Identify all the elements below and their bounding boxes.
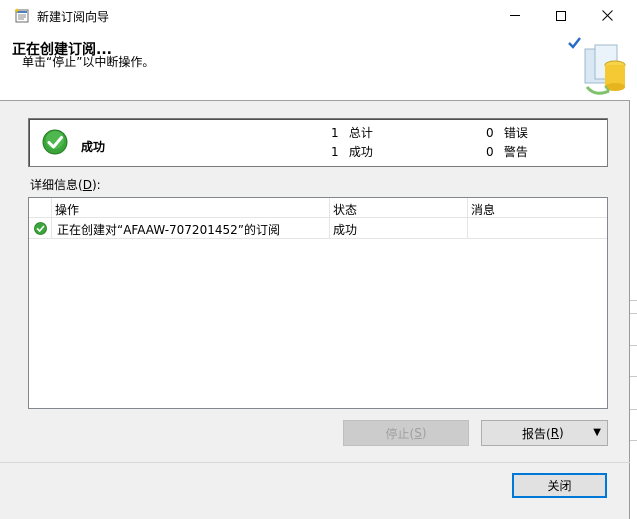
page-subtitle: 单击“停止”以中断操作。 bbox=[22, 55, 155, 69]
maximize-button[interactable] bbox=[538, 0, 584, 31]
details-grid[interactable]: 操作 状态 消息 正在创建对“AFAAW-707201452”的订阅 成功 bbox=[28, 197, 608, 409]
column-header-status[interactable]: 状态 bbox=[333, 201, 357, 218]
grid-header: 操作 状态 消息 bbox=[29, 198, 607, 218]
summary-panel: 成功 1 总计 1 成功 0 错误 0 警告 bbox=[28, 118, 608, 167]
wizard-icon bbox=[14, 8, 29, 23]
title-bar[interactable]: 新建订阅向导 bbox=[0, 0, 630, 31]
report-button[interactable]: 报告(R) ▼ bbox=[481, 420, 608, 446]
background-window-edge bbox=[630, 0, 637, 519]
row-action: 正在创建对“AFAAW-707201452”的订阅 bbox=[57, 223, 280, 237]
summary-status: 成功 bbox=[81, 140, 106, 154]
dropdown-arrow-icon[interactable]: ▼ bbox=[593, 427, 601, 438]
details-label: 详细信息(D): bbox=[30, 178, 101, 192]
window-close-button[interactable] bbox=[584, 0, 630, 31]
success-check-icon bbox=[34, 222, 47, 235]
success-check-icon bbox=[42, 129, 68, 155]
minimize-button[interactable] bbox=[492, 0, 538, 31]
row-status: 成功 bbox=[333, 223, 358, 237]
success-count: 1 成功 bbox=[331, 145, 373, 159]
close-icon bbox=[601, 10, 613, 21]
footer-divider bbox=[0, 462, 630, 463]
database-wizard-icon bbox=[568, 37, 626, 95]
stop-button[interactable]: 停止(S) bbox=[343, 420, 469, 446]
wizard-window: 新建订阅向导 正在创建订阅... 单击“停止”以中断操作。 成功 1 总计 1 … bbox=[0, 0, 630, 519]
maximize-icon bbox=[556, 10, 566, 21]
column-header-action[interactable]: 操作 bbox=[55, 201, 79, 218]
close-button[interactable]: 关闭 bbox=[512, 473, 607, 498]
total-count: 1 总计 bbox=[331, 126, 373, 140]
warning-count: 0 警告 bbox=[486, 145, 528, 159]
minimize-icon bbox=[510, 15, 520, 16]
wizard-header: 正在创建订阅... 单击“停止”以中断操作。 bbox=[0, 31, 630, 101]
error-count: 0 错误 bbox=[486, 126, 528, 140]
window-title: 新建订阅向导 bbox=[37, 10, 110, 24]
table-row[interactable]: 正在创建对“AFAAW-707201452”的订阅 成功 bbox=[29, 218, 607, 239]
column-header-message[interactable]: 消息 bbox=[471, 201, 495, 218]
